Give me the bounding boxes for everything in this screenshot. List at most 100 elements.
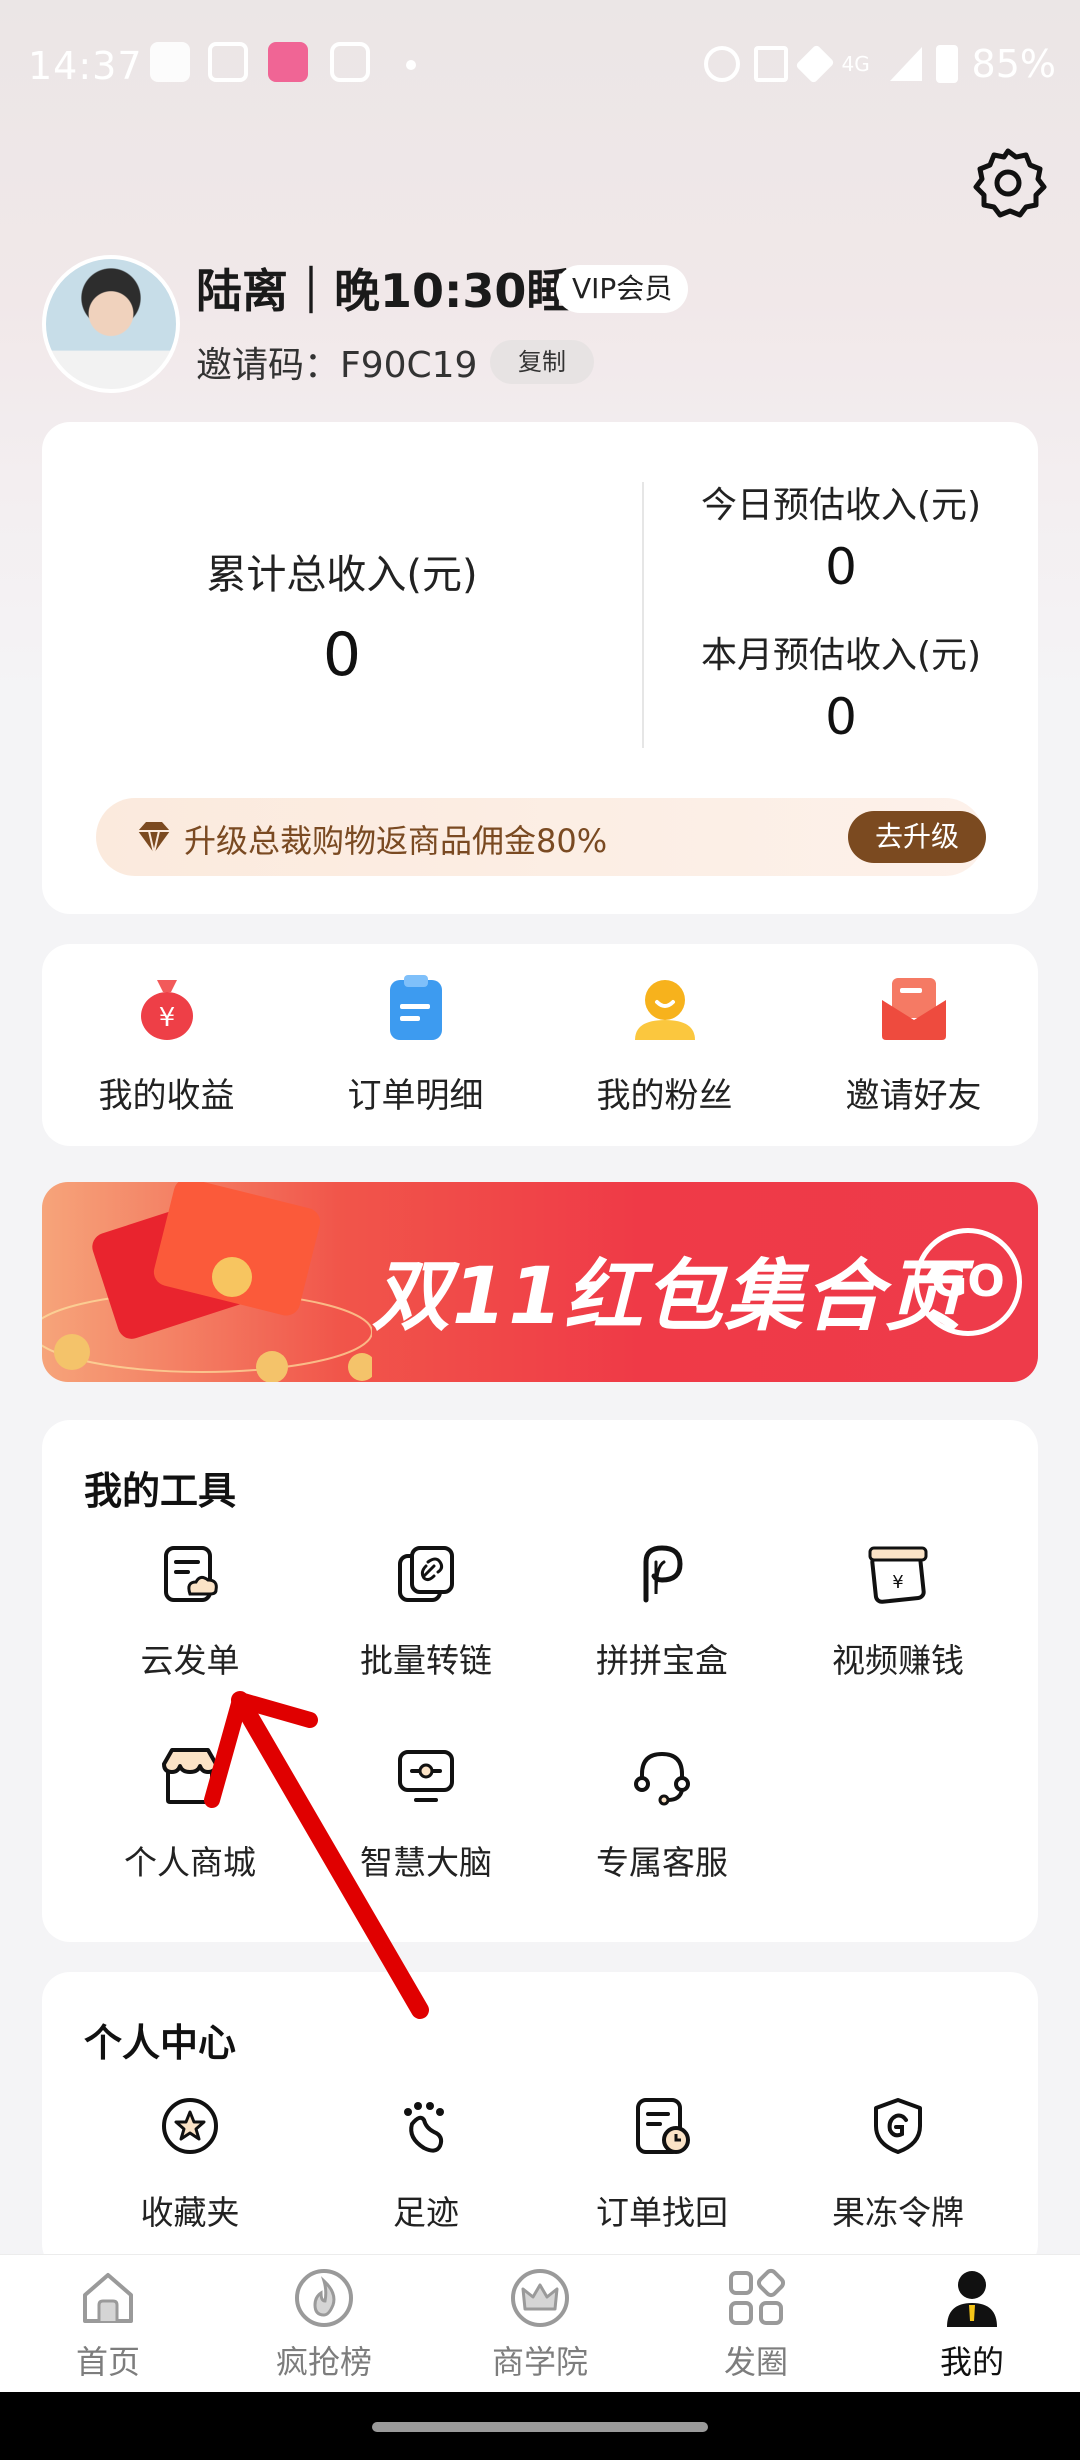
app-notification-icon [208, 42, 248, 82]
hd-icon [753, 46, 788, 82]
shield-g-icon [874, 2098, 922, 2154]
quick-label: 我的收益 [98, 1076, 235, 1116]
upgrade-button[interactable]: 去升级 [848, 811, 986, 863]
upgrade-text: 升级总裁购物返商品佣金80% [184, 822, 608, 860]
red-envelope-illustration [42, 1182, 372, 1382]
today-income-label: 今日预估收入(元) [700, 485, 982, 526]
copy-button[interactable]: 复制 [490, 340, 594, 384]
order-clock-icon [636, 2098, 690, 2154]
month-income-value[interactable]: 0 [644, 688, 1038, 746]
annotation-arrow [204, 1691, 429, 2019]
quick-label: 订单明细 [347, 1076, 484, 1116]
headset-icon [634, 1751, 690, 1806]
status-right: 4G 85% [703, 42, 1056, 86]
quick-label: 我的粉丝 [596, 1076, 733, 1116]
tool-batch-link[interactable]: 批量转链 [308, 1542, 544, 1682]
app-notification-icon [150, 42, 190, 82]
fans-icon [634, 980, 695, 1040]
network-label: 4G [841, 52, 870, 76]
star-icon [162, 2098, 218, 2154]
crown-icon [511, 2269, 569, 2327]
user-icon [947, 2271, 997, 2327]
tool-label: 专属客服 [596, 1843, 728, 1882]
tool-pin-box[interactable]: 拼拼宝盒 [544, 1542, 780, 1682]
video-money-icon: ¥ [868, 1546, 928, 1604]
bottom-nav: 首页 疯抢榜 商学院 发圈 我的 [0, 2254, 1080, 2392]
invite-code: 邀请码：F90C19 [196, 345, 478, 386]
home-icon [83, 2273, 133, 2323]
quick-actions: ¥ 我的收益 订单明细 我的粉丝 邀请好友 [42, 944, 1038, 1146]
personal-jelly-token[interactable]: 果冻令牌 [780, 2094, 1016, 2234]
tool-video-money[interactable]: ¥ 视频赚钱 [780, 1542, 1016, 1682]
banner-title: 双11红包集合页 [372, 1252, 965, 1342]
vip-badge: VIP会员 [556, 265, 689, 313]
money-bag-icon: ¥ [140, 980, 193, 1040]
user-name: 陆离｜晚10:30睡 [196, 264, 573, 318]
alarm-icon [703, 46, 740, 82]
tool-label: 云发单 [140, 1641, 240, 1680]
svg-text:¥: ¥ [158, 1003, 175, 1033]
quick-item-fans[interactable]: 我的粉丝 [540, 972, 789, 1117]
tools-section: 我的工具 云发单 批量转链 拼拼宝盒 ¥ 视频赚钱 个人商城 智慧大脑 专属客服 [42, 1420, 1038, 1942]
tool-label: 拼拼宝盒 [596, 1641, 728, 1680]
today-income-value[interactable]: 0 [644, 538, 1038, 596]
personal-label: 果冻令牌 [832, 2193, 964, 2232]
nav-mine[interactable]: 我的 [864, 2267, 1080, 2383]
status-time: 14:37 [28, 44, 143, 88]
nav-label: 发圈 [723, 2343, 788, 2381]
tool-label: 视频赚钱 [832, 1641, 964, 1680]
nav-label: 商学院 [491, 2343, 588, 2381]
fire-icon [295, 2269, 353, 2327]
personal-label: 订单找回 [596, 2193, 728, 2232]
data-arrows-icon [794, 44, 835, 84]
gear-icon[interactable] [968, 143, 1048, 223]
home-indicator[interactable] [372, 2422, 708, 2432]
double11-banner[interactable]: 双11红包集合页 GO [42, 1182, 1038, 1382]
grid-icon [729, 2268, 786, 2325]
nav-academy[interactable]: 商学院 [432, 2267, 648, 2383]
personal-footprint[interactable]: 足迹 [308, 2094, 544, 2234]
status-bar: 14:37 4G 85% [0, 0, 1080, 135]
link-icon [398, 1546, 454, 1602]
personal-section: 个人中心 收藏夹 足迹 订单找回 果冻令牌 [42, 1972, 1038, 2272]
personal-label: 收藏夹 [140, 2193, 240, 2232]
personal-title: 个人中心 [84, 2021, 237, 2065]
banner-go-button[interactable]: GO [914, 1228, 1022, 1336]
nav-home[interactable]: 首页 [0, 2267, 216, 2383]
tool-customer-service[interactable]: 专属客服 [544, 1744, 780, 1884]
personal-order-recover[interactable]: 订单找回 [544, 2094, 780, 2234]
more-notifications-dot [406, 60, 416, 70]
signal-icon [889, 47, 922, 81]
quick-label: 邀请好友 [845, 1076, 982, 1116]
gesture-bar [0, 2392, 1080, 2460]
nav-moments[interactable]: 发圈 [648, 2267, 864, 2383]
battery-icon [935, 45, 958, 83]
upgrade-bar[interactable]: 升级总裁购物返商品佣金80% 去升级 [96, 798, 986, 876]
personal-favorites[interactable]: 收藏夹 [72, 2094, 308, 2234]
tv-notification-icon [330, 42, 370, 82]
nav-label: 我的 [939, 2343, 1004, 2381]
income-card: 累计总收入(元) 0 今日预估收入(元) 0 本月预估收入(元) 0 升级总裁购… [42, 422, 1038, 914]
envelope-icon [881, 978, 946, 1040]
nav-hot[interactable]: 疯抢榜 [216, 2267, 432, 2383]
nav-label: 疯抢榜 [275, 2343, 372, 2381]
battery-percent: 85% [971, 42, 1056, 86]
total-income-value[interactable]: 0 [42, 620, 642, 690]
tool-label: 批量转链 [360, 1641, 492, 1680]
avatar[interactable] [42, 255, 180, 393]
quick-item-invite[interactable]: 邀请好友 [789, 972, 1038, 1117]
nav-label: 首页 [75, 2343, 140, 2381]
quick-item-orders[interactable]: 订单明细 [291, 972, 540, 1117]
personal-label: 足迹 [393, 2193, 459, 2232]
p-box-icon [643, 1545, 683, 1603]
tools-title: 我的工具 [84, 1469, 237, 1513]
diamond-icon [138, 822, 170, 854]
clipboard-icon [389, 975, 442, 1040]
svg-text:¥: ¥ [892, 1572, 903, 1593]
cloud-order-icon [164, 1546, 218, 1602]
tool-cloud-order[interactable]: 云发单 [72, 1542, 308, 1682]
bilibili-notification-icon [268, 42, 308, 82]
quick-item-earnings[interactable]: ¥ 我的收益 [42, 972, 291, 1117]
month-income-label: 本月预估收入(元) [700, 635, 982, 676]
footprint-icon [404, 2102, 444, 2153]
